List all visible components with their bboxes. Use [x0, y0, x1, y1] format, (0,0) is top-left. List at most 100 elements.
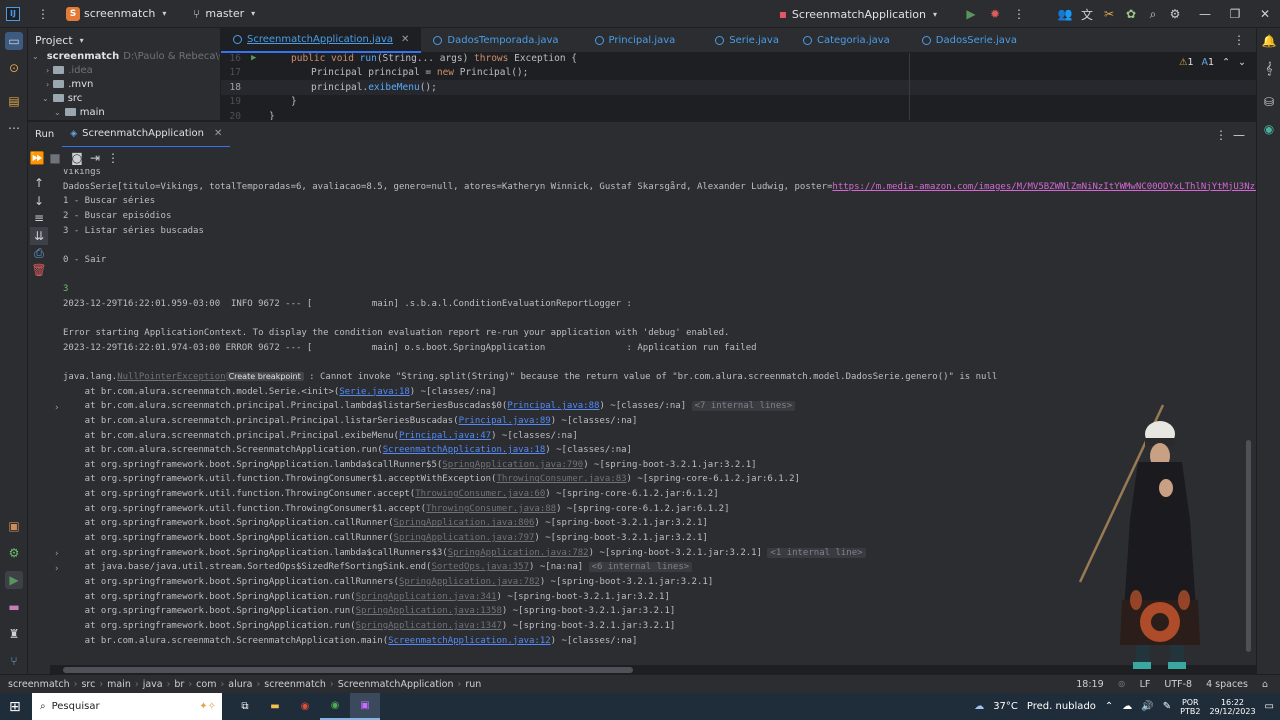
breadcrumb-item[interactable]: screenmatch	[264, 679, 326, 690]
minimize-button[interactable]: —	[1190, 7, 1220, 21]
source-link[interactable]: SpringApplication.java:782	[399, 577, 540, 587]
services-tool-icon[interactable]: ▣	[5, 517, 23, 535]
tree-item[interactable]: › .mvn	[28, 77, 220, 91]
indent-setting[interactable]: 4 spaces	[1206, 679, 1248, 690]
hide-panel-icon[interactable]: —	[1230, 126, 1248, 144]
volume-icon[interactable]: 🔊	[1141, 701, 1153, 712]
chrome-icon[interactable]: ◉	[290, 693, 320, 720]
source-link[interactable]: SpringApplication.java:806	[394, 518, 535, 528]
internal-lines-fold[interactable]: <6 internal lines>	[588, 562, 693, 573]
source-link[interactable]: Serie.java:18	[339, 387, 409, 397]
breadcrumb-item[interactable]: ScreenmatchApplication	[338, 679, 454, 690]
clear-console-icon[interactable]: 🗑	[30, 261, 48, 279]
inspection-widget[interactable]: ⚠1 A1 ⌃ ⌄	[1179, 57, 1246, 68]
ai-assistant-icon[interactable]: ◉	[1260, 120, 1278, 138]
breadcrumb-item[interactable]: com	[196, 679, 216, 690]
expand-internal-lines-icon[interactable]: ›	[55, 403, 59, 413]
breadcrumb-item[interactable]: src	[81, 679, 95, 690]
git-tool-icon[interactable]: ⑂	[5, 652, 23, 670]
source-link[interactable]: Principal.java:47	[399, 431, 491, 441]
breadcrumb-item[interactable]: br	[174, 679, 184, 690]
source-link[interactable]: Principal.java:89	[459, 416, 551, 426]
more-actions-icon[interactable]: ⋮	[1010, 5, 1028, 23]
scroll-down-icon[interactable]: ↓	[30, 192, 48, 210]
camera-icon[interactable]: ◙	[68, 149, 86, 167]
rerun-icon[interactable]: ⏩	[28, 149, 46, 167]
intellij-taskbar-icon[interactable]: ▣	[350, 693, 380, 720]
breadcrumb-item[interactable]: screenmatch	[8, 679, 70, 690]
breadcrumb-item[interactable]: main	[107, 679, 131, 690]
close-run-tab-icon[interactable]: ✕	[214, 128, 222, 139]
exception-link[interactable]: NullPointerException	[117, 372, 225, 382]
breadcrumb-item[interactable]: run	[465, 679, 481, 690]
create-breakpoint-hint[interactable]: Create breakpoint	[225, 371, 304, 381]
source-link[interactable]: SpringApplication.java:341	[356, 592, 497, 602]
source-link[interactable]: SpringApplication.java:1347	[356, 621, 502, 631]
lock-icon[interactable]: ⌂	[1262, 679, 1268, 690]
restore-layout-icon[interactable]: ⇥	[86, 149, 104, 167]
gradle-tool-icon[interactable]: 𝄞	[1260, 59, 1278, 77]
plugin-icon[interactable]: ✿	[1122, 5, 1140, 23]
windows-start-icon[interactable]: ⊞	[9, 699, 21, 715]
database-tool-icon[interactable]: ⛁	[1260, 93, 1278, 111]
tools-icon[interactable]: ✂	[1100, 5, 1118, 23]
breadcrumb-item[interactable]: alura	[228, 679, 252, 690]
notification-center-icon[interactable]: ▭	[1265, 701, 1274, 712]
caret-position[interactable]: 18:19	[1076, 679, 1103, 690]
source-link[interactable]: SpringApplication.java:797	[394, 533, 535, 543]
network-icon[interactable]: ☁	[1122, 701, 1132, 712]
taskbar-search[interactable]: ⌕ Pesquisar ✦✧	[32, 693, 222, 720]
vcs-status-icon[interactable]: ⊚	[1118, 679, 1126, 690]
settings-gear-icon[interactable]: ⚙	[1166, 5, 1184, 23]
commit-tool-icon[interactable]: ⊙	[5, 59, 23, 77]
language-indicator[interactable]: POR PTB2	[1180, 698, 1200, 716]
close-tab-icon[interactable]: ✕	[401, 34, 409, 45]
search-icon[interactable]: ⌕	[1144, 5, 1162, 23]
debug-icon[interactable]: ✹	[986, 5, 1004, 23]
internal-lines-fold[interactable]: <7 internal lines>	[691, 401, 796, 412]
maximize-button[interactable]: ❐	[1220, 7, 1250, 21]
source-link[interactable]: SpringApplication.java:790	[442, 460, 583, 470]
source-link[interactable]: ThrowingConsumer.java:83	[496, 474, 626, 484]
tree-item[interactable]: ⌄ main	[28, 105, 220, 119]
run-tab-screenmatch[interactable]: ◈ ScreenmatchApplication ✕	[62, 122, 231, 148]
main-menu-icon[interactable]: ⋮	[34, 5, 52, 23]
tree-item[interactable]: ⌄ src	[28, 91, 220, 105]
scroll-to-end-icon[interactable]: ⇊	[30, 227, 48, 245]
source-link[interactable]: ScreenmatchApplication.java:18	[383, 445, 546, 455]
prev-problem-icon[interactable]: ⌃	[1222, 57, 1230, 68]
vertical-scrollbar[interactable]	[1246, 440, 1251, 652]
project-tool-icon[interactable]: ▭	[5, 32, 23, 50]
tray-chevron-icon[interactable]: ⌃	[1105, 701, 1113, 712]
line-separator[interactable]: LF	[1140, 679, 1151, 690]
run-gutter-icon[interactable]: ▶	[251, 53, 291, 63]
pen-icon[interactable]: ✎	[1163, 701, 1171, 712]
tab-dados-serie[interactable]: DadosSerie.java	[902, 28, 1029, 53]
weather-desc[interactable]: Pred. nublado	[1027, 701, 1096, 712]
source-link[interactable]: Principal.java:88	[507, 401, 599, 411]
tab-serie[interactable]: Serie.java	[687, 28, 791, 53]
print-icon[interactable]: ⎙	[30, 244, 48, 262]
tree-root[interactable]: ⌄ screenmatch D:\Paulo & Rebeca\Crus	[28, 49, 220, 63]
file-encoding[interactable]: UTF-8	[1164, 679, 1192, 690]
weather-temp[interactable]: 37°C	[993, 701, 1018, 712]
more-tools-icon[interactable]: ⋯	[5, 119, 23, 137]
next-problem-icon[interactable]: ⌄	[1238, 57, 1246, 68]
tab-screenmatch-application[interactable]: ScreenmatchApplication.java ✕	[221, 27, 422, 53]
source-link[interactable]: ThrowingConsumer.java:88	[426, 504, 556, 514]
tab-dados-temporada[interactable]: DadosTemporada.java	[421, 28, 570, 53]
notifications-icon[interactable]: 🔔	[1260, 32, 1278, 50]
weather-icon[interactable]: ☁	[974, 701, 984, 712]
internal-lines-fold[interactable]: <1 internal line>	[767, 547, 866, 558]
project-widget[interactable]: S screenmatch ▾	[66, 5, 173, 23]
chrome-profile-icon[interactable]: ◉	[320, 693, 350, 720]
console-output[interactable]: Vikings DadosSerie[titulo=Vikings, total…	[50, 169, 1256, 665]
tab-options-icon[interactable]: ⋮	[1230, 31, 1248, 49]
task-view-icon[interactable]: ⧉	[230, 693, 260, 720]
tab-categoria[interactable]: Categoria.java	[791, 28, 902, 53]
tab-principal[interactable]: Principal.java	[571, 28, 688, 53]
structure-tool-icon[interactable]: ▤	[5, 92, 23, 110]
code-editor[interactable]: 16 ▶ public void run(String... args) thr…	[221, 53, 1256, 120]
source-link[interactable]: SortedOps.java:357	[431, 562, 529, 572]
run-options-icon[interactable]: ⋮	[1212, 126, 1230, 144]
